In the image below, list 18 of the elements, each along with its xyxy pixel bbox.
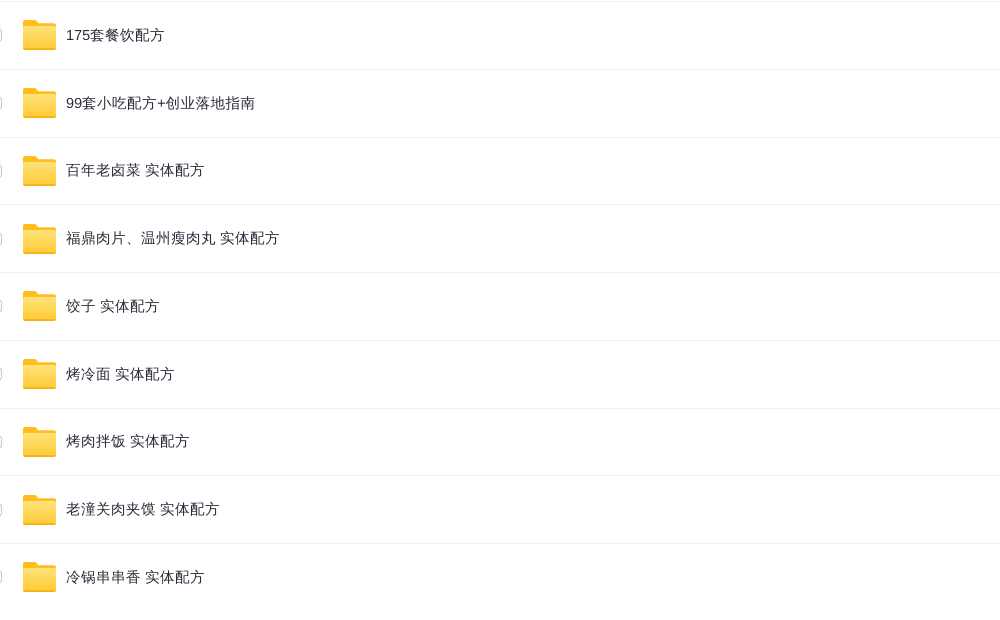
folder-name[interactable]: 烤肉拌饭 实体配方	[66, 432, 190, 452]
folder-name[interactable]: 老潼关肉夹馍 实体配方	[66, 500, 220, 520]
folder-icon	[23, 359, 56, 390]
folder-name[interactable]: 99套小吃配方+创业落地指南	[66, 94, 256, 113]
folder-name[interactable]: 冷锅串串香 实体配方	[66, 568, 206, 587]
folder-name[interactable]: 饺子 实体配方	[66, 296, 160, 316]
folder-icon	[23, 291, 56, 322]
folder-icon	[23, 494, 56, 525]
folder-icon	[23, 426, 56, 457]
folder-name[interactable]: 175套餐饮配方	[66, 26, 166, 45]
folder-icon	[23, 88, 56, 118]
folder-icon	[23, 20, 56, 50]
folder-icon	[23, 156, 56, 186]
folder-name[interactable]: 烤冷面 实体配方	[66, 364, 176, 384]
folder-name[interactable]: 福鼎肉片、温州瘦肉丸 实体配方	[66, 229, 280, 248]
folder-name[interactable]: 百年老卤菜 实体配方	[66, 161, 206, 180]
folder-icon	[23, 224, 56, 254]
folder-icon	[23, 562, 56, 592]
